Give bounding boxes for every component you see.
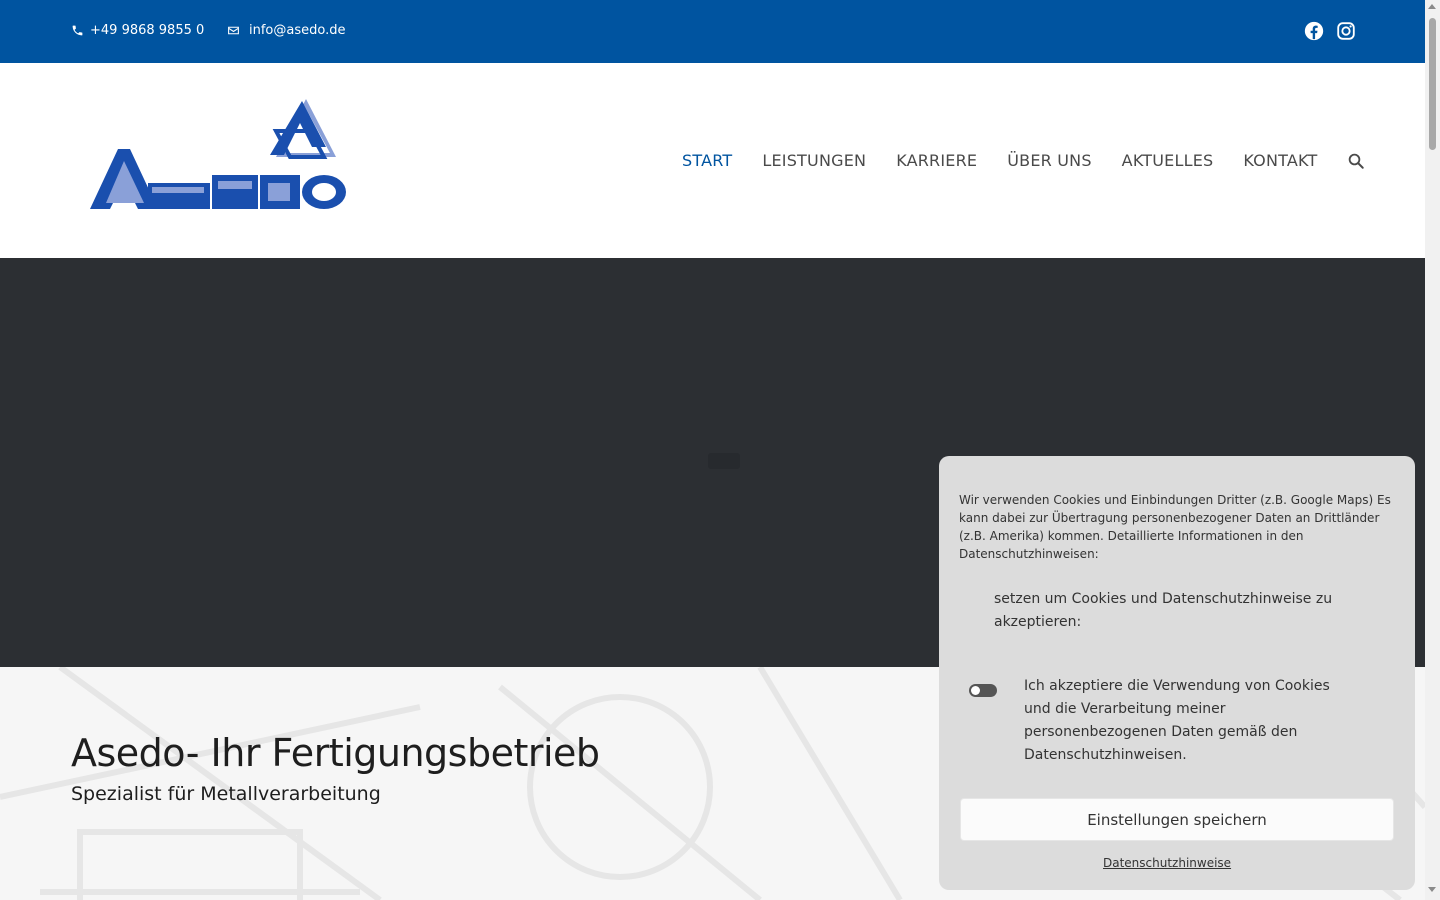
page-title: Asedo- Ihr Fertigungsbetrieb — [71, 731, 600, 775]
instagram-icon — [1337, 22, 1355, 40]
page-scrollbar[interactable] — [1425, 0, 1440, 900]
phone-contact[interactable]: +49 9868 9855 0 — [71, 23, 204, 38]
instagram-link[interactable] — [1335, 20, 1357, 42]
site-header: START LEISTUNGEN KARRIERE ÜBER UNS AKTUE… — [0, 63, 1425, 258]
cookie-note-text: setzen um Cookies und Datenschutzhinweis… — [994, 591, 1333, 630]
nav-item-karriere[interactable]: KARRIERE — [896, 151, 977, 170]
cookie-consent-dialog: Wir verwenden Cookies und Einbindungen D… — [939, 456, 1415, 890]
logo[interactable] — [88, 99, 350, 215]
asedo-logo-graphic — [90, 99, 346, 209]
scroll-down-arrow-icon[interactable] — [1428, 887, 1436, 892]
facebook-icon — [1304, 21, 1324, 41]
cookie-accept-toggle[interactable] — [969, 684, 997, 697]
facebook-link[interactable] — [1303, 20, 1325, 42]
phone-number: +49 9868 9855 0 — [90, 23, 205, 38]
page-subtitle: Spezialist für Metallverarbeitung — [71, 783, 381, 805]
loading-indicator — [708, 453, 740, 469]
nav-item-kontakt[interactable]: KONTAKT — [1243, 151, 1317, 170]
main-navigation: START LEISTUNGEN KARRIERE ÜBER UNS AKTUE… — [682, 151, 1365, 170]
nav-item-leistungen[interactable]: LEISTUNGEN — [762, 151, 866, 170]
email-address: info@asedo.de — [249, 23, 346, 38]
cookie-accept-label: Ich akzeptiere die Verwendung von Cookie… — [1024, 678, 1330, 763]
privacy-policy-link[interactable]: Datenschutzhinweise — [1103, 856, 1231, 870]
cookie-intro-text: Wir verwenden Cookies und Einbindungen D… — [959, 493, 1391, 561]
nav-item-aktuelles[interactable]: AKTUELLES — [1122, 151, 1214, 170]
nav-item-ueber-uns[interactable]: ÜBER UNS — [1007, 151, 1091, 170]
phone-icon — [72, 25, 83, 36]
envelope-icon — [228, 26, 239, 35]
nav-item-start[interactable]: START — [682, 151, 732, 170]
scroll-up-arrow-icon[interactable] — [1428, 4, 1436, 9]
search-icon[interactable] — [1347, 152, 1365, 170]
top-bar: +49 9868 9855 0 info@asedo.de — [0, 0, 1425, 63]
save-settings-button[interactable]: Einstellungen speichern — [960, 798, 1394, 841]
scrollbar-thumb[interactable] — [1429, 18, 1436, 150]
email-contact[interactable]: info@asedo.de — [227, 23, 345, 38]
page: +49 9868 9855 0 info@asedo.de START LEIS… — [0, 0, 1440, 900]
toggle-knob — [971, 686, 980, 695]
